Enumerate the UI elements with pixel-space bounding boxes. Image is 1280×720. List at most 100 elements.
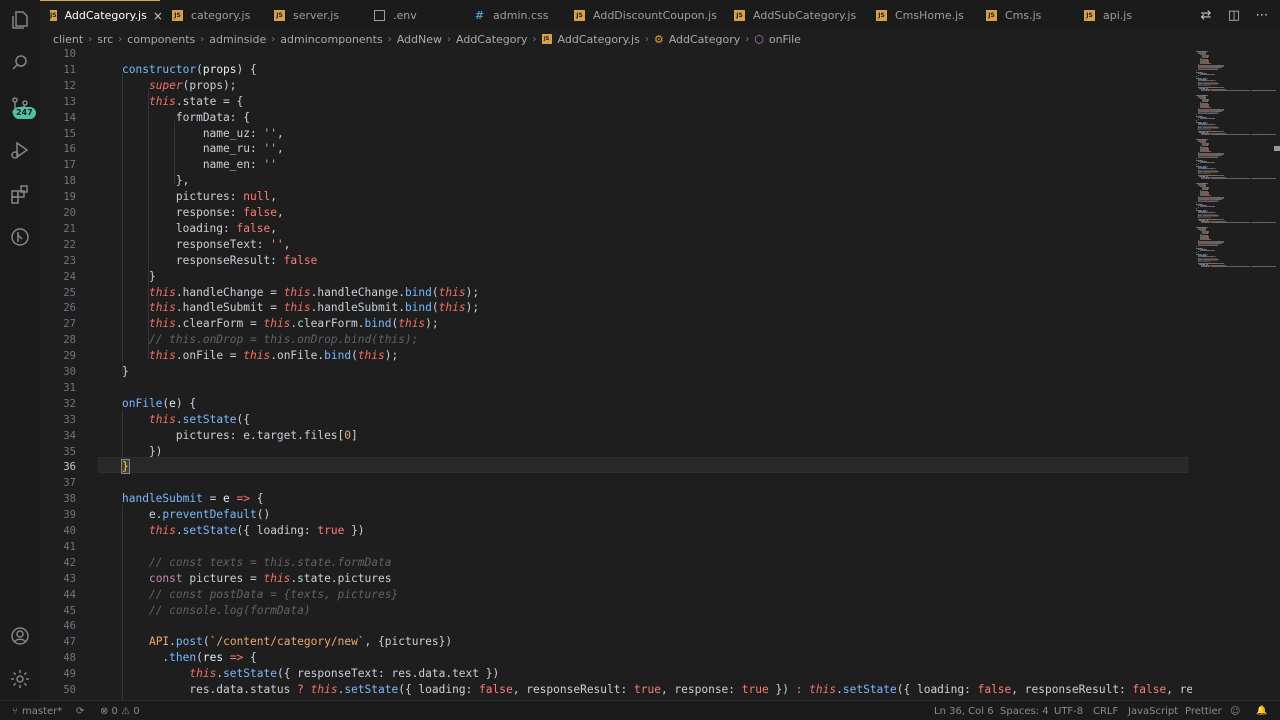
code-line[interactable]: 45 // console.log(formData) [40, 603, 1188, 619]
code-line[interactable]: 42 // const texts = this.state.formData [40, 555, 1188, 571]
code-token: res.data.status [122, 683, 298, 696]
code-line[interactable]: 30} [40, 364, 1188, 380]
tab-cms-js[interactable]: JS Cms.js [986, 0, 1041, 30]
split-editor-icon[interactable]: ◫ [1226, 7, 1242, 23]
run-debug-icon[interactable] [9, 139, 31, 161]
tab-category-js[interactable]: JS category.js [172, 0, 250, 30]
code-token: bind [324, 349, 352, 363]
git-graph-icon[interactable] [9, 226, 31, 248]
code-token: false [236, 221, 271, 235]
code-line[interactable]: 29 this.onFile = this.onFile.bind(this); [40, 348, 1188, 364]
code-line[interactable]: 41 [40, 539, 1188, 555]
minimap-token [1217, 263, 1224, 264]
code-line[interactable]: 23 responseResult: false [40, 253, 1188, 269]
breadcrumb-item[interactable]: AddCategory [669, 33, 741, 46]
code-line[interactable]: 17 name_en: '' [40, 157, 1188, 173]
code-line[interactable]: 49 this.setState({ responseText: res.dat… [40, 666, 1188, 682]
code-token: formData: { [122, 110, 250, 124]
breadcrumb-item[interactable]: AddNew [397, 33, 442, 46]
minimap-token [1200, 74, 1213, 75]
tab-admin-css[interactable]: # admin.css [474, 0, 549, 30]
code-line[interactable]: 12 super(props); [40, 78, 1188, 94]
code-line[interactable]: 25 this.handleChange = this.handleChange… [40, 285, 1188, 301]
language-mode[interactable]: JavaScript [1128, 701, 1178, 720]
code-line[interactable]: 34 pictures: e.target.files[0] [40, 428, 1188, 444]
code-line[interactable]: 35 }) [40, 444, 1188, 460]
code-line[interactable]: 15 name_uz: '', [40, 126, 1188, 142]
encoding-status[interactable]: UTF-8 [1054, 701, 1083, 720]
minimap[interactable] [1192, 48, 1280, 700]
breadcrumb-item[interactable]: src [97, 33, 113, 46]
tab-addcategory-js[interactable]: JS AddCategory.js × [40, 0, 163, 30]
feedback-status[interactable]: ☺ [1230, 701, 1240, 720]
code-line[interactable]: 24 } [40, 269, 1188, 285]
branch-status[interactable]: ⑂ master* [12, 701, 62, 720]
breadcrumb-item[interactable]: onFile [769, 33, 801, 46]
code-line[interactable]: 10 [40, 48, 1188, 62]
code-line[interactable]: 37 [40, 475, 1188, 491]
breadcrumb-item[interactable]: admincomponents [280, 33, 382, 46]
tab-api-js[interactable]: JS api.js [1084, 0, 1132, 30]
code-line[interactable]: 40 this.setState({ loading: true }) [40, 523, 1188, 539]
tab-addsubcategory-js[interactable]: JS AddSubCategory.js [734, 0, 856, 30]
code-line[interactable]: 19 pictures: null, [40, 189, 1188, 205]
tab-adddiscountcoupon-js[interactable]: JS AddDiscountCoupon.js [574, 0, 717, 30]
code-line[interactable]: 13 this.state = { [40, 94, 1188, 110]
tab-cmshome-js[interactable]: JS CmsHome.js [876, 0, 964, 30]
scrollbar-thumb[interactable] [1274, 146, 1280, 151]
code-line[interactable]: 21 loading: false, [40, 221, 1188, 237]
eol-status[interactable]: CRLF [1093, 701, 1118, 720]
tab-env[interactable]: .env [374, 0, 417, 30]
code-line[interactable]: 14 formData: { [40, 110, 1188, 126]
code-line[interactable]: 47 API.post(`/content/category/new`, {pi… [40, 634, 1188, 650]
compare-changes-icon[interactable]: ⇄ [1198, 7, 1214, 23]
code-line[interactable]: 16 name_ru: '', [40, 141, 1188, 157]
code-line[interactable]: 48 .then(res => { [40, 650, 1188, 666]
code-line[interactable]: 31 [40, 380, 1188, 396]
breadcrumb-item[interactable]: components [127, 33, 195, 46]
code-line[interactable]: 20 response: false, [40, 205, 1188, 221]
notifications-status[interactable]: 🔔 [1256, 701, 1267, 720]
problems-status[interactable]: ⊗ 0 ⚠ 0 [100, 701, 140, 720]
minimap-token [1199, 217, 1211, 218]
code-line[interactable]: 50 res.data.status ? this.setState({ loa… [40, 682, 1192, 698]
extensions-icon[interactable] [9, 183, 31, 205]
code-line[interactable]: 36} [40, 459, 1188, 475]
code-token: () [256, 508, 271, 522]
settings-gear-icon[interactable] [9, 668, 31, 690]
code-line[interactable]: 26 this.handleSubmit = this.handleSubmit… [40, 300, 1188, 316]
close-tab-icon[interactable]: × [153, 9, 163, 23]
cursor-position[interactable]: Ln 36, Col 6 [934, 701, 994, 720]
breadcrumb-item[interactable]: AddCategory.js [558, 33, 640, 46]
chevron-right-icon: › [271, 33, 276, 45]
breadcrumb-item[interactable]: AddCategory [456, 33, 528, 46]
code-token: , [276, 142, 284, 156]
code-line[interactable]: 22 responseText: '', [40, 237, 1188, 253]
status-bar: ⑂ master* ⟳ ⊗ 0 ⚠ 0 Ln 36, Col 6 Spaces:… [0, 700, 1280, 720]
account-icon[interactable] [9, 625, 31, 647]
code-line[interactable]: 44 // const postData = {texts, pictures} [40, 587, 1188, 603]
code-line[interactable]: 33 this.setState({ [40, 412, 1188, 428]
code-line[interactable]: 32 onFile(e) { [40, 396, 1188, 412]
code-line[interactable]: 27 this.clearForm = this.clearForm.bind(… [40, 316, 1188, 332]
code-line[interactable]: 38 handleSubmit = e => { [40, 491, 1188, 507]
sync-status[interactable]: ⟳ [76, 701, 84, 720]
line-code: } [121, 459, 130, 475]
code-token: ({ [236, 412, 251, 426]
code-line[interactable]: 11 constructor(props) { [40, 62, 1188, 78]
search-icon[interactable] [9, 52, 31, 74]
breadcrumb-item[interactable]: client [53, 33, 83, 46]
more-actions-icon[interactable]: ⋯ [1254, 7, 1270, 23]
tab-server-js[interactable]: JS server.js [274, 0, 339, 30]
code-line[interactable]: 39 e.preventDefault() [40, 507, 1188, 523]
code-editor[interactable]: 10 11 constructor(props) {12 super(props);… [40, 48, 1192, 700]
prettier-status[interactable]: Prettier [1185, 701, 1222, 720]
explorer-icon[interactable] [9, 9, 31, 31]
code-line[interactable]: 43 const pictures = this.state.pictures [40, 571, 1188, 587]
indentation-status[interactable]: Spaces: 4 [1000, 701, 1049, 720]
breadcrumb-item[interactable]: adminside [209, 33, 266, 46]
code-line[interactable]: 28 // this.onDrop = this.onDrop.bind(thi… [40, 332, 1188, 348]
code-line[interactable]: 18 }, [40, 173, 1188, 189]
code-line[interactable]: 46 [40, 618, 1188, 634]
